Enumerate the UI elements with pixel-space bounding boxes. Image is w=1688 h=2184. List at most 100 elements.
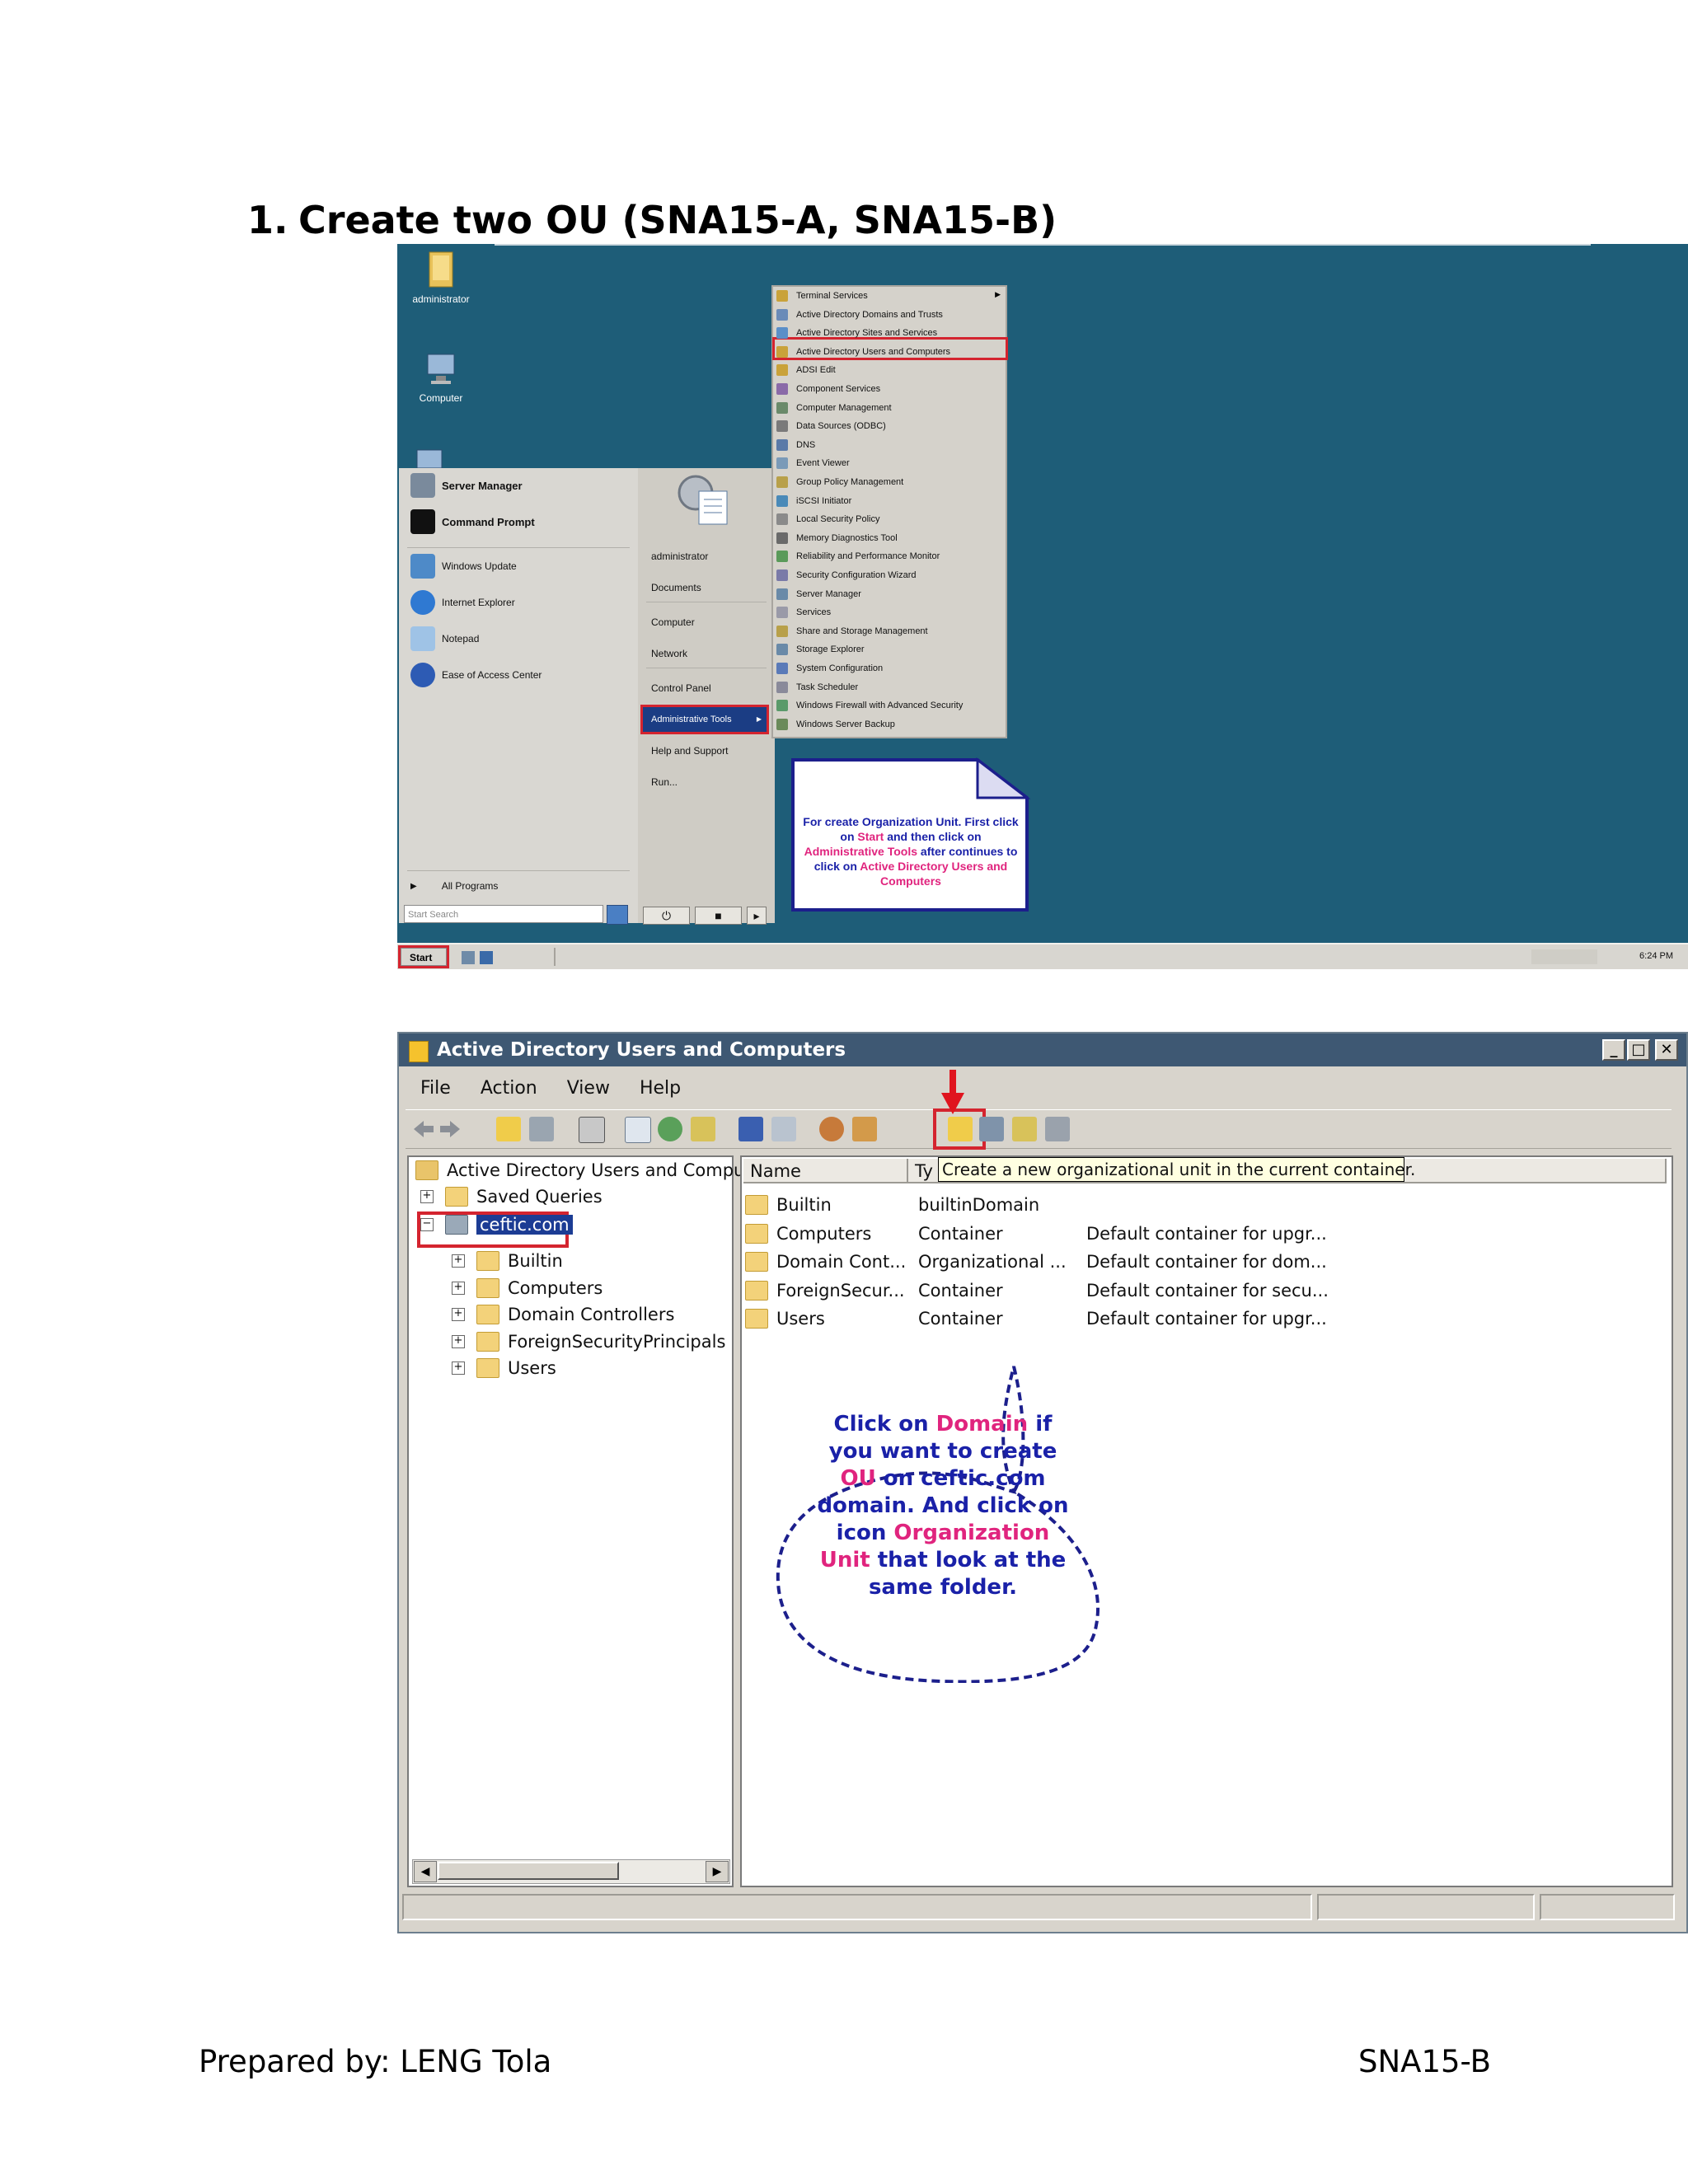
find-icon[interactable] xyxy=(1012,1117,1037,1141)
menu-file[interactable]: File xyxy=(406,1073,466,1103)
menu-item-ease-of-access[interactable]: Ease of Access Center xyxy=(410,663,542,687)
submenu-item[interactable]: Share and Storage Management xyxy=(776,625,928,637)
submenu-item[interactable]: Active Directory Sites and Services xyxy=(776,327,937,340)
start-search-input[interactable]: Start Search xyxy=(404,905,603,923)
link-administrator[interactable]: administrator xyxy=(651,551,708,562)
submenu-item[interactable]: Task Scheduler xyxy=(776,681,858,693)
submenu-item[interactable]: Event Viewer xyxy=(776,457,850,470)
tree-item[interactable]: + Builtin xyxy=(452,1251,563,1271)
forward-icon[interactable] xyxy=(438,1117,463,1141)
clipboard-icon[interactable] xyxy=(579,1117,605,1143)
new-group-icon[interactable] xyxy=(852,1117,877,1141)
scroll-right-icon[interactable]: ▶ xyxy=(706,1861,729,1882)
list-row[interactable]: Domain Cont... Organizational ... Default … xyxy=(745,1249,1334,1275)
submenu-item[interactable]: Active Directory Users and Computers xyxy=(776,345,950,358)
tree-item[interactable]: + Users xyxy=(452,1358,556,1378)
submenu-item[interactable]: ADSI Edit xyxy=(776,364,836,377)
submenu-item[interactable]: Data Sources (ODBC) xyxy=(776,420,886,433)
menu-item-windows-update[interactable]: Windows Update xyxy=(410,554,517,579)
properties-icon[interactable] xyxy=(625,1117,651,1143)
add-to-group-icon[interactable] xyxy=(1045,1117,1070,1141)
menu-help[interactable]: Help xyxy=(625,1073,696,1103)
expand-icon[interactable]: + xyxy=(420,1190,434,1203)
submenu-item[interactable]: Windows Server Backup xyxy=(776,718,895,730)
minimize-icon[interactable]: _ xyxy=(1602,1039,1625,1061)
help-icon[interactable] xyxy=(738,1117,763,1141)
list-row[interactable]: Builtin builtinDomain xyxy=(745,1192,1334,1218)
menu-item-notepad[interactable]: Notepad xyxy=(410,626,479,651)
link-computer[interactable]: Computer xyxy=(651,616,695,628)
link-control-panel[interactable]: Control Panel xyxy=(651,682,711,694)
up-folder-icon[interactable] xyxy=(496,1117,521,1141)
tree-item[interactable]: + ForeignSecurityPrincipals xyxy=(452,1331,725,1352)
new-user-icon[interactable] xyxy=(819,1117,844,1141)
desktop-icon-computer[interactable]: Computer xyxy=(404,348,478,404)
submenu-item[interactable]: Component Services xyxy=(776,383,880,395)
scroll-left-icon[interactable]: ◀ xyxy=(414,1861,437,1882)
submenu-item[interactable]: Active Directory Domains and Trusts xyxy=(776,308,943,321)
desktop-icon-administrator[interactable]: administrator xyxy=(404,249,478,305)
submenu-item[interactable]: Storage Explorer xyxy=(776,644,865,656)
close-icon[interactable]: ✕ xyxy=(1655,1039,1678,1061)
maximize-icon[interactable]: □ xyxy=(1627,1039,1650,1061)
submenu-item[interactable]: DNS xyxy=(776,438,815,451)
filter-icon[interactable] xyxy=(979,1117,1004,1141)
submenu-item[interactable]: Reliability and Performance Monitor xyxy=(776,551,940,563)
menu-item-internet-explorer[interactable]: Internet Explorer xyxy=(410,590,515,615)
collapse-icon[interactable]: − xyxy=(420,1218,434,1231)
expand-icon[interactable]: + xyxy=(452,1361,465,1375)
menu-item-all-programs[interactable]: ▶ All Programs xyxy=(410,880,498,892)
link-network[interactable]: Network xyxy=(651,648,687,659)
menu-view[interactable]: View xyxy=(552,1073,625,1103)
chevron-right-icon[interactable]: ▸ xyxy=(747,907,767,925)
refresh-icon[interactable] xyxy=(658,1117,682,1141)
expand-icon[interactable]: + xyxy=(452,1308,465,1321)
submenu-item[interactable]: Computer Management xyxy=(776,401,892,414)
section-heading: 1. Create two OU (SNA15-A, SNA15-B) xyxy=(247,198,1057,242)
menu-item-command-prompt[interactable]: Command Prompt xyxy=(410,509,535,534)
power-icon[interactable]: ⏻ xyxy=(643,907,690,925)
submenu-item[interactable]: Windows Firewall with Advanced Security xyxy=(776,700,963,712)
tree-domain[interactable]: − ceftic.com xyxy=(420,1215,573,1235)
list-row[interactable]: Users Container Default container for upgr… xyxy=(745,1305,1334,1332)
tree-item[interactable]: + Computers xyxy=(452,1277,603,1298)
menu-action[interactable]: Action xyxy=(466,1073,552,1103)
server-manager-quicklaunch-icon[interactable] xyxy=(462,951,475,964)
submenu-item[interactable]: Group Policy Management xyxy=(776,476,903,488)
link-run[interactable]: Run... xyxy=(651,776,678,788)
expand-icon[interactable]: + xyxy=(452,1334,465,1348)
submenu-item[interactable]: Server Manager xyxy=(776,588,861,600)
menu-item-server-manager[interactable]: Server Manager xyxy=(410,473,523,498)
powershell-quicklaunch-icon[interactable] xyxy=(480,951,493,964)
tree-item[interactable]: + Domain Controllers xyxy=(452,1305,674,1324)
lock-icon[interactable]: ■ xyxy=(695,907,742,925)
submenu-item[interactable]: Terminal Services xyxy=(776,290,868,302)
submenu-item[interactable]: Security Configuration Wizard xyxy=(776,569,917,581)
start-button[interactable]: Start xyxy=(398,945,449,968)
horizontal-scrollbar[interactable]: ◀ ▶ xyxy=(412,1859,730,1884)
tree-root[interactable]: Active Directory Users and Comput xyxy=(415,1160,752,1180)
list-row[interactable]: Computers Container Default container for … xyxy=(745,1221,1334,1247)
console-icon[interactable] xyxy=(771,1117,796,1141)
tree-saved-queries[interactable]: + Saved Queries xyxy=(420,1187,603,1207)
submenu-item[interactable]: Memory Diagnostics Tool xyxy=(776,532,898,544)
tray-icons[interactable] xyxy=(1531,949,1597,964)
link-help-support[interactable]: Help and Support xyxy=(651,745,728,757)
expand-icon[interactable]: + xyxy=(452,1281,465,1295)
scroll-thumb[interactable] xyxy=(438,1862,619,1880)
menu-item-label: Command Prompt xyxy=(442,515,535,528)
show-hide-tree-icon[interactable] xyxy=(529,1117,554,1141)
expand-icon[interactable]: + xyxy=(452,1254,465,1268)
submenu-item[interactable]: iSCSI Initiator xyxy=(776,494,851,507)
export-list-icon[interactable] xyxy=(691,1117,715,1141)
back-icon[interactable] xyxy=(410,1117,435,1141)
link-administrative-tools[interactable]: Administrative Tools ▶ xyxy=(640,705,769,734)
submenu-item[interactable]: System Configuration xyxy=(776,663,883,674)
column-header-type[interactable]: Ty xyxy=(908,1159,941,1183)
search-icon[interactable] xyxy=(607,905,628,925)
submenu-item[interactable]: Services xyxy=(776,607,831,619)
submenu-item[interactable]: Local Security Policy xyxy=(776,513,880,526)
link-documents[interactable]: Documents xyxy=(651,582,701,593)
column-header-name[interactable]: Name xyxy=(743,1159,908,1183)
list-row[interactable]: ForeignSecur... Container Default containe… xyxy=(745,1277,1334,1304)
